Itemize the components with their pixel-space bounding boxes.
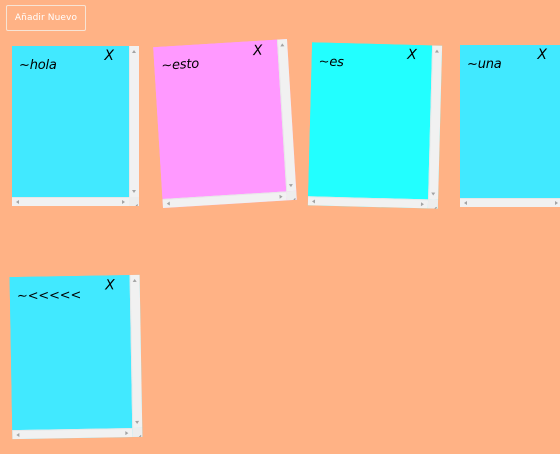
note-text-area[interactable]: ~una X xyxy=(460,45,560,198)
sticky-note[interactable]: ~una X xyxy=(460,45,560,207)
scroll-right-arrow-icon[interactable] xyxy=(125,431,129,436)
scroll-left-arrow-icon[interactable] xyxy=(166,201,170,206)
scroll-down-arrow-icon[interactable] xyxy=(288,183,294,188)
scroll-down-arrow-icon[interactable] xyxy=(132,190,136,193)
note-text-area[interactable]: ~<<<<< X xyxy=(9,275,133,431)
add-note-button[interactable]: Añadir Nuevo xyxy=(6,5,86,31)
close-icon[interactable]: X xyxy=(407,47,417,63)
horizontal-scrollbar[interactable] xyxy=(460,198,560,207)
horizontal-scrollbar[interactable] xyxy=(12,428,133,440)
scroll-up-arrow-icon[interactable] xyxy=(132,50,136,53)
vertical-scrollbar[interactable] xyxy=(129,274,143,429)
sticky-note[interactable]: ~es X xyxy=(307,42,443,209)
scroll-right-arrow-icon[interactable] xyxy=(420,202,425,207)
note-text: ~hola xyxy=(19,58,57,73)
scroll-up-arrow-icon[interactable] xyxy=(434,49,440,53)
scroll-left-arrow-icon[interactable] xyxy=(16,200,19,204)
resize-grip-icon[interactable] xyxy=(427,199,439,209)
scroll-right-arrow-icon[interactable] xyxy=(555,201,558,205)
sticky-note[interactable]: ~<<<<< X xyxy=(9,274,143,440)
note-text: ~esto xyxy=(160,56,200,74)
close-icon[interactable]: X xyxy=(537,48,547,62)
resize-grip-icon[interactable] xyxy=(286,190,297,201)
scroll-left-arrow-icon[interactable] xyxy=(464,201,467,205)
close-icon[interactable]: X xyxy=(253,43,264,60)
scroll-right-arrow-icon[interactable] xyxy=(279,194,283,199)
sticky-note[interactable]: ~esto X xyxy=(153,39,297,208)
scroll-up-arrow-icon[interactable] xyxy=(280,43,285,47)
horizontal-scrollbar[interactable] xyxy=(12,197,129,206)
resize-grip-icon[interactable] xyxy=(132,427,143,438)
notes-board: Añadir Nuevo ~hola X ~esto X ~es X ~una … xyxy=(0,0,560,454)
sticky-note[interactable]: ~hola X xyxy=(12,46,139,206)
note-text: ~<<<<< xyxy=(16,287,82,305)
note-text-area[interactable]: ~esto X xyxy=(153,39,287,199)
note-text: ~una xyxy=(467,57,502,72)
scroll-right-arrow-icon[interactable] xyxy=(122,200,125,204)
scroll-left-arrow-icon[interactable] xyxy=(16,433,20,438)
horizontal-scrollbar[interactable] xyxy=(307,196,429,209)
note-text: ~es xyxy=(318,54,344,71)
scroll-up-arrow-icon[interactable] xyxy=(132,278,137,282)
note-text-area[interactable]: ~hola X xyxy=(12,46,129,197)
resize-grip-icon[interactable] xyxy=(129,197,139,206)
close-icon[interactable]: X xyxy=(105,277,115,293)
vertical-scrollbar[interactable] xyxy=(129,46,139,197)
scroll-left-arrow-icon[interactable] xyxy=(311,199,316,204)
scroll-down-arrow-icon[interactable] xyxy=(135,420,140,424)
scroll-down-arrow-icon[interactable] xyxy=(431,192,436,196)
note-text-area[interactable]: ~es X xyxy=(308,42,433,200)
close-icon[interactable]: X xyxy=(104,49,114,63)
